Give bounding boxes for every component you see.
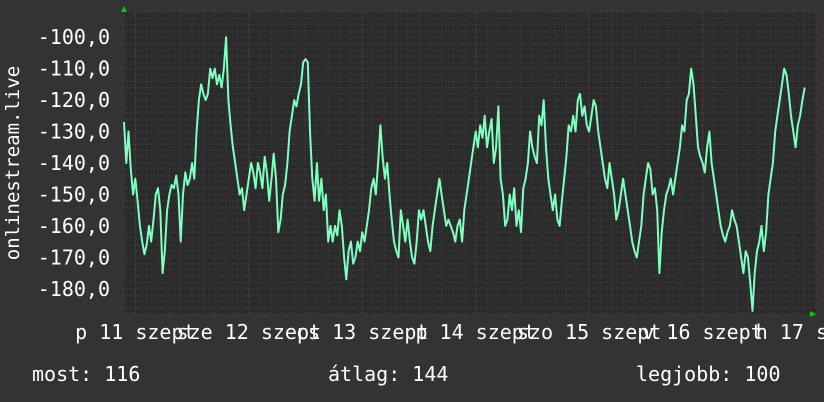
y-axis-label: onlinestream.live [2, 66, 24, 260]
y-tick-label: -140,0 [38, 151, 110, 175]
current-value-label: most: 116 [32, 362, 141, 386]
y-tick-label: -100,0 [38, 25, 110, 49]
y-tick-label: -170,0 [38, 245, 110, 269]
best-value-label: legjobb: 100 [636, 362, 781, 386]
y-tick-label: -130,0 [38, 120, 110, 144]
chart: -100,0 -110,0 -120,0 -130,0 -140,0 -150,0 -160… [2, 6, 824, 344]
y-tick-label: -160,0 [38, 214, 110, 238]
x-tick-label: v 16 szept [642, 320, 762, 344]
y-axis-arrow [121, 6, 127, 12]
y-tick-label: -120,0 [38, 88, 110, 112]
x-tick-label: szo 15 szept [517, 320, 662, 344]
y-tick-label: -180,0 [38, 277, 110, 301]
chart-root: -100,0 -110,0 -120,0 -130,0 -140,0 -150,0 -160… [0, 0, 824, 402]
average-value-label: átlag: 144 [328, 362, 449, 386]
y-tick-label: -150,0 [38, 182, 110, 206]
x-tick-label: h 17 szept [756, 320, 824, 344]
x-tick-label: cs 13 szept [296, 320, 428, 344]
y-tick-label: -110,0 [38, 57, 110, 81]
